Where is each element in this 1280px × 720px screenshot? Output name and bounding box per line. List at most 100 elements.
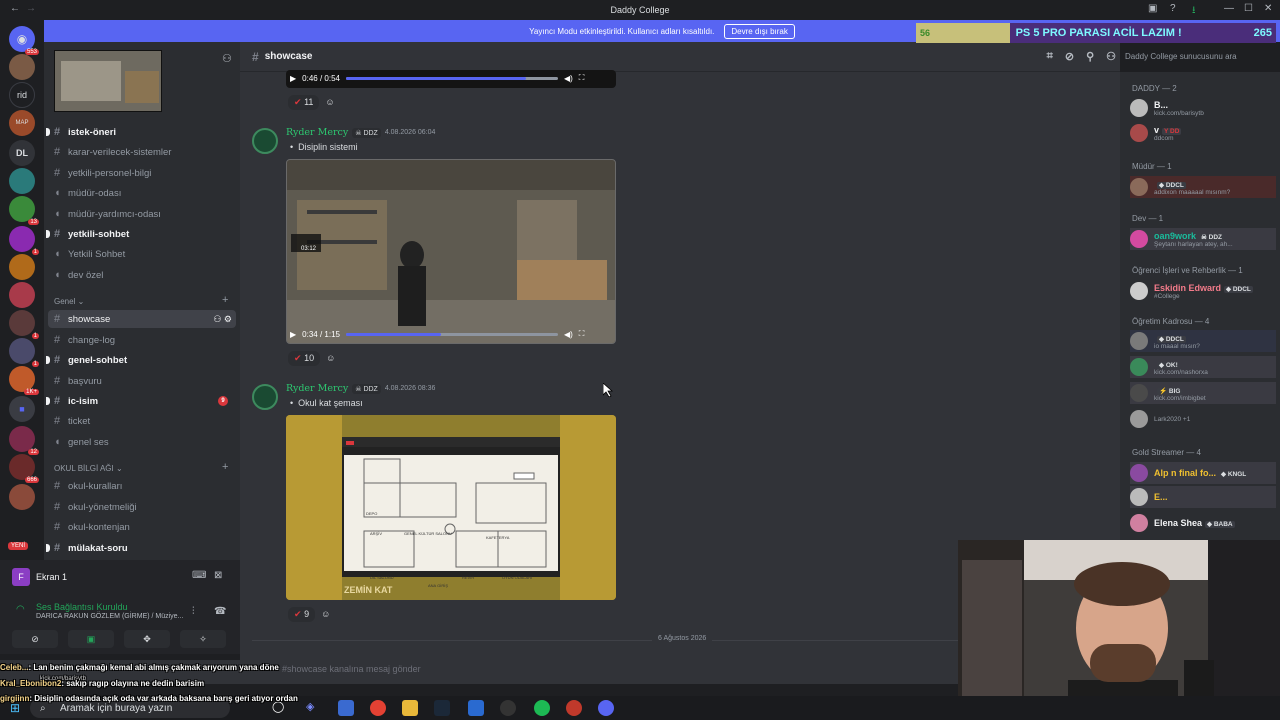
server-icon[interactable] [9, 254, 35, 280]
member-item[interactable]: Elena Shea ◆ BABA [1130, 512, 1276, 534]
steam-icon[interactable] [434, 700, 450, 716]
channel-mudur-yardimci-odasi[interactable]: ◖ müdür-yardımcı-odası [54, 205, 236, 223]
disable-streamer-mode-button[interactable]: Devre dışı bırak [724, 23, 795, 39]
server-icon[interactable] [9, 168, 35, 194]
member-item[interactable]: Alp n final fo... ◆ KNGL [1130, 462, 1276, 484]
windows-start-icon[interactable]: ⊞ [10, 701, 20, 715]
spotify-icon[interactable] [534, 700, 550, 716]
server-icon[interactable]: 12 [9, 426, 39, 455]
channel-ic-isim[interactable]: # ic-isim 9 [54, 392, 236, 410]
channel-yetkili-sohbet[interactable]: # yetkili-sohbet [54, 225, 236, 243]
channel-okul-kontenjan[interactable]: # okul-kontenjan [54, 518, 236, 536]
play-icon[interactable]: ▶ [290, 74, 296, 83]
fullscreen-icon[interactable]: ⛶ [579, 73, 585, 83]
inbox-icon[interactable]: ▣ [1148, 3, 1157, 14]
disconnect-icon[interactable]: ☎ [214, 606, 226, 617]
help-icon[interactable]: ? [1170, 3, 1176, 14]
channel-dev-ozel[interactable]: ◖ dev özel [54, 266, 236, 284]
channel-yetkili-sohbet-voice[interactable]: ◖ Yetkili Sohbet [54, 245, 236, 263]
server-icon[interactable] [9, 282, 35, 308]
member-item[interactable]: ◆ DDCL addixon maaaaal mısınm? [1130, 176, 1276, 198]
invite-icon[interactable]: ⚇ ⚙ [213, 314, 232, 325]
server-icon[interactable]: 1K+ [9, 366, 39, 395]
add-reaction-icon[interactable]: ☺ [321, 609, 330, 619]
noise-suppression-icon[interactable]: ⫶ [192, 606, 195, 617]
reaction-chip[interactable]: ✔ 10 [288, 350, 321, 366]
soundboard-button[interactable]: ✧ [180, 630, 226, 648]
member-item[interactable]: oan9work ☠ DDZ Şeytanı harlayan atey, ah..… [1130, 228, 1276, 250]
server-search-input[interactable]: Daddy College sunucusunu ara [1125, 46, 1273, 66]
member-item[interactable]: Lark2020 +1 [1130, 408, 1276, 430]
mute-notifications-icon[interactable]: ⊘ [1065, 50, 1074, 63]
app-icon[interactable] [468, 700, 484, 716]
add-channel-icon[interactable]: + [222, 294, 228, 306]
message-author[interactable]: Ryder Mercy [286, 383, 348, 394]
server-icon[interactable]: MAP [9, 110, 35, 136]
close-button[interactable]: ✕ [1264, 3, 1272, 14]
reaction-chip[interactable]: ✔ 11 [288, 94, 320, 110]
fullscreen-icon[interactable]: ⛶ [579, 329, 585, 339]
channel-change-log[interactable]: # change-log [54, 331, 236, 349]
stream-preview-thumbnail[interactable] [54, 50, 162, 112]
member-item[interactable]: vY DD ddcom [1130, 122, 1276, 144]
member-item[interactable]: B... kick.com/barisytb [1130, 97, 1276, 119]
member-list-icon[interactable]: ⚇ [1106, 50, 1116, 63]
obs-icon[interactable] [500, 700, 516, 716]
file-explorer-icon[interactable] [402, 700, 418, 716]
avatar[interactable] [252, 384, 278, 410]
channel-genel-ses[interactable]: ◖ genel ses [54, 433, 236, 451]
add-channel-icon[interactable]: + [222, 461, 228, 473]
category-okul-bilgi-agi[interactable]: OKUL BİLGİ AĞI ⌄ [54, 464, 123, 473]
camera-toggle-button[interactable]: ⊘ [12, 630, 58, 648]
server-icon[interactable]: 666 [9, 454, 39, 483]
channel-yetkili-personel-bilgi[interactable]: # yetkili-personel-bilgi [54, 164, 236, 182]
threads-icon[interactable]: ⌗ [1047, 50, 1053, 63]
video-attachment[interactable]: 03:12 [286, 159, 616, 344]
channel-okul-kurallari[interactable]: # okul-kuralları [54, 477, 236, 495]
chrome-icon[interactable] [370, 700, 386, 716]
gamepad-icon[interactable]: ⌨ [192, 570, 206, 581]
member-item[interactable]: E... [1130, 486, 1276, 508]
server-icon[interactable]: DL [9, 140, 35, 166]
stop-stream-icon[interactable]: ⊠ [214, 570, 222, 581]
voice-connected-status[interactable]: Ses Bağlantısı Kuruldu [36, 602, 128, 612]
server-icon[interactable]: 1 [9, 338, 39, 367]
member-item[interactable]: Eskidin Edward ◆ DDCL #College [1130, 280, 1276, 302]
screen-share-item[interactable]: F Ekran 1 [12, 568, 67, 586]
maximize-button[interactable]: ☐ [1244, 3, 1253, 14]
activities-button[interactable]: ✥ [124, 630, 170, 648]
pin-icon[interactable]: ⚲ [1086, 50, 1094, 63]
channel-istek-oneri[interactable]: # istek-öneri [54, 123, 236, 141]
server-icon[interactable] [9, 54, 35, 80]
member-item[interactable]: ◆ DDCL io maaal mısın? [1130, 330, 1276, 352]
server-icon[interactable]: rid [9, 82, 35, 108]
add-reaction-icon[interactable]: ☺ [326, 353, 335, 363]
channel-okul-yonetmeligi[interactable]: # okul-yönetmeliği [54, 498, 236, 516]
download-icon[interactable]: ⭳ [1192, 3, 1196, 20]
server-icon[interactable]: 1 [9, 226, 39, 255]
server-icon[interactable]: 13 [9, 196, 39, 225]
message-author[interactable]: Ryder Mercy [286, 127, 348, 138]
discord-home-icon[interactable]: ◉ 553 [9, 26, 39, 55]
discord-icon[interactable] [598, 700, 614, 716]
channel-mulakat-soru[interactable]: # mülakat-soru [54, 539, 236, 557]
video-seekbar[interactable] [345, 76, 558, 80]
avatar[interactable] [252, 128, 278, 154]
chrome-icon[interactable] [566, 700, 582, 716]
channel-genel-sohbet[interactable]: # genel-sohbet [54, 351, 236, 369]
add-friend-icon[interactable]: ⚇ [222, 52, 232, 65]
channel-karar-verilecek-sistemler[interactable]: # karar-verilecek-sistemler [54, 143, 236, 161]
server-icon[interactable]: 1 [9, 310, 39, 339]
video-seekbar[interactable] [345, 332, 558, 336]
channel-mudur-odasi[interactable]: ◖ müdür-odası [54, 184, 236, 202]
add-reaction-icon[interactable]: ☺ [325, 97, 334, 107]
volume-icon[interactable]: ◀) [564, 74, 573, 83]
server-icon[interactable] [9, 484, 35, 510]
image-attachment[interactable]: DEPO ARŞİV GENEL KÜLTÜR SALONU KAFETERYA… [286, 415, 616, 600]
play-icon[interactable]: ▶ [290, 330, 296, 339]
folder-icon[interactable]: ■ [9, 396, 35, 422]
screen-share-button[interactable]: ▣ [68, 630, 114, 648]
channel-ticket[interactable]: # ticket [54, 412, 236, 430]
volume-icon[interactable]: ◀) [564, 330, 573, 339]
reaction-chip[interactable]: ✔ 9 [288, 606, 316, 622]
